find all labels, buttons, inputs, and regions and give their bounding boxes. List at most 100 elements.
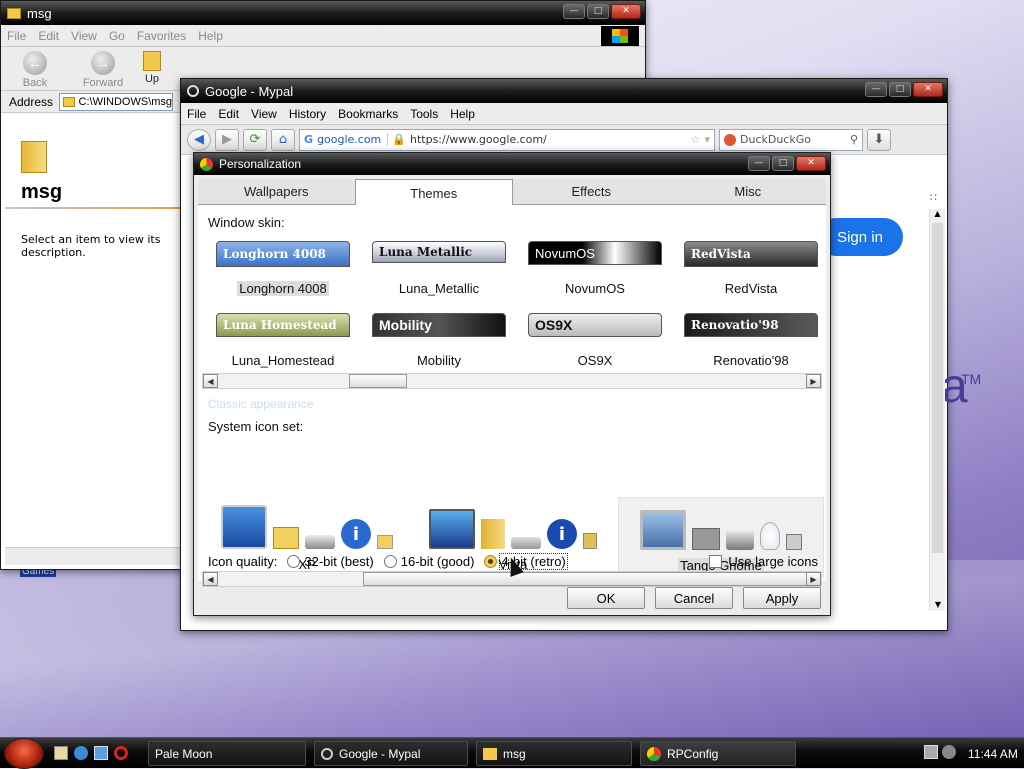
scroll-left-arrow[interactable]: ◀ [203,572,218,586]
task-google-mypal[interactable]: Google - Mypal [314,741,468,766]
bookmark-star-icon[interactable]: ☆ [691,133,701,146]
browser-menu-bookmarks[interactable]: Bookmarks [332,107,404,121]
quality-4bit-radio[interactable] [484,554,498,568]
skin-mobility[interactable]: Mobility Mobility [372,313,506,368]
browser-maximize-button[interactable]: □ [889,82,911,97]
menu-help[interactable]: Help [192,29,229,43]
computer-icon [429,509,475,549]
iconset-preview [619,498,823,550]
forward-button[interactable]: → Forward [69,51,137,89]
skin-os9x[interactable]: OS9X OS9X [528,313,662,368]
show-desktop-icon[interactable] [54,746,68,760]
browser-titlebar[interactable]: Google - Mypal — □ ✕ [181,79,947,103]
search-icon[interactable]: ⚲ [850,133,862,146]
page-vertical-scrollbar[interactable]: ▲ ▼ [929,209,945,611]
url-input[interactable]: G google.com 🔒 https://www.google.com/ ☆… [299,128,715,151]
reload-button[interactable]: ⟳ [243,128,267,151]
quality-32bit-radio[interactable] [287,554,301,568]
scroll-right-arrow[interactable]: ▶ [806,374,821,388]
browser-menu-view[interactable]: View [245,107,283,121]
themes-panel: Window skin: Longhorn 4008 Longhorn 4008… [198,205,826,587]
search-placeholder: DuckDuckGo [740,133,811,146]
large-icons-label[interactable]: Use large icons [728,554,818,569]
network-icon[interactable] [924,745,938,759]
address-input[interactable]: C:\WINDOWS\msg [59,92,174,111]
browser-close-button[interactable]: ✕ [913,82,943,97]
apply-button[interactable]: Apply [743,587,821,609]
task-pale-moon[interactable]: Pale Moon [148,741,306,766]
quality-16bit-label[interactable]: 16-bit (good) [401,554,475,569]
switch-windows-icon[interactable] [94,746,108,760]
skin-renovatio[interactable]: Renovatio'98 Renovatio'98 [684,313,818,368]
start-button[interactable] [4,738,44,769]
skin-preview: OS9X [528,313,662,337]
scroll-left-arrow[interactable]: ◀ [203,374,218,388]
browser-minimize-button[interactable]: — [865,82,887,97]
explorer-titlebar[interactable]: msg — □ ✕ [1,1,645,25]
large-icons-checkbox[interactable] [709,554,723,568]
tab-themes[interactable]: Themes [354,179,513,206]
downloads-button[interactable]: ⬇ [867,128,891,151]
dialog-close-button[interactable]: ✕ [796,156,826,171]
iconsets-scroll-thumb[interactable] [363,572,807,586]
browser-menu-tools[interactable]: Tools [404,107,444,121]
dropdown-arrow-icon[interactable]: ▾ [704,133,714,146]
up-button[interactable]: Up [137,51,167,85]
browser-menu-help[interactable]: Help [444,107,481,121]
apps-grid-icon[interactable]: ∷ [930,191,937,204]
skin-longhorn[interactable]: Longhorn 4008 Longhorn 4008 [216,241,350,296]
tab-effects[interactable]: Effects [513,179,670,204]
tab-wallpapers[interactable]: Wallpapers [198,179,355,204]
close-button[interactable]: ✕ [611,4,641,19]
browser-menu-history[interactable]: History [283,107,332,121]
site-identity: google.com [317,133,389,146]
icon-set-label: System icon set: [208,419,304,434]
task-msg[interactable]: msg [476,741,632,766]
cancel-button[interactable]: Cancel [655,587,733,609]
clock[interactable]: 11:44 AM [968,747,1018,761]
skins-scroll-thumb[interactable] [349,374,407,388]
quality-32bit-label[interactable]: 32-bit (best) [304,554,373,569]
personalization-dialog: Personalization — □ ✕ Wallpapers Themes … [193,152,831,616]
scroll-right-arrow[interactable]: ▶ [806,572,821,586]
browser-menu-file[interactable]: File [181,107,212,121]
folder-icon [481,519,505,549]
tab-misc[interactable]: Misc [670,179,827,204]
search-input[interactable]: DuckDuckGo ⚲ [719,128,863,151]
scroll-up-arrow[interactable]: ▲ [930,209,945,223]
menu-favorites[interactable]: Favorites [131,29,192,43]
browser-forward-button[interactable]: ▶ [215,128,239,151]
skin-label: Renovatio'98 [713,353,789,368]
dialog-maximize-button[interactable]: □ [772,156,794,171]
skin-luna-homestead[interactable]: Luna Homestead Luna_Homestead [216,313,350,368]
ok-button[interactable]: OK [567,587,645,609]
quality-16bit-radio[interactable] [383,554,397,568]
scroll-down-arrow[interactable]: ▼ [930,600,946,609]
lightbulb-icon [760,522,780,550]
folder-icon [7,7,21,19]
minimize-button[interactable]: — [563,4,585,19]
menu-go[interactable]: Go [103,29,131,43]
dialog-minimize-button[interactable]: — [748,156,770,171]
skins-scrollbar[interactable]: ◀ ▶ [202,373,822,389]
classic-appearance-link[interactable]: Classic appearance [208,397,313,411]
menu-view[interactable]: View [65,29,103,43]
menu-edit[interactable]: Edit [32,29,65,43]
skin-luna-metallic[interactable]: Luna Metallic Luna_Metallic [372,241,506,296]
address-label: Address [9,94,54,109]
dialog-titlebar[interactable]: Personalization — □ ✕ [194,153,830,175]
internet-explorer-icon[interactable] [74,746,88,760]
scroll-thumb[interactable] [932,223,943,553]
home-button[interactable]: ⌂ [271,128,295,151]
drive-icon [726,530,754,550]
skin-novumos[interactable]: NovumOS NovumOS [528,241,662,296]
back-button[interactable]: ← Back [1,51,69,89]
browser-back-button[interactable]: ◀ [187,128,211,151]
menu-file[interactable]: File [1,29,32,43]
maximize-button[interactable]: □ [587,4,609,19]
volume-icon[interactable] [942,745,956,759]
opera-icon[interactable] [114,746,128,760]
task-rpconfig[interactable]: RPConfig [640,741,796,766]
skin-redvista[interactable]: RedVista RedVista [684,241,818,296]
browser-menu-edit[interactable]: Edit [212,107,245,121]
